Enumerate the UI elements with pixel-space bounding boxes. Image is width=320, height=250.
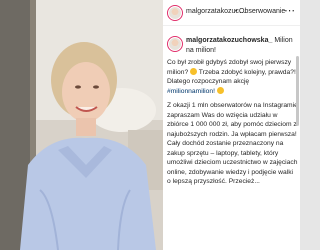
caption-line-3: Z okazji 1 mln obserwatorów na Instagram… [167, 102, 298, 185]
post-caption-area: malgorzatakozuchowska_ Milion na milion!… [163, 26, 300, 250]
caption-username[interactable]: malgorzatakozuchowska_ [186, 37, 272, 44]
post-header: malgorzatakozuc… • Obserwowanie ⋯ [163, 0, 300, 26]
caption-avatar[interactable] [167, 36, 183, 52]
flexed-biceps-emoji-icon [216, 86, 224, 94]
caption-scrollbar[interactable] [296, 56, 299, 126]
header-avatar[interactable] [167, 5, 183, 21]
post-photo[interactable] [0, 0, 163, 250]
header-separator: • [235, 8, 238, 15]
smile-emoji-icon [190, 67, 198, 75]
following-button[interactable]: Obserwowanie [239, 8, 285, 15]
caption-body: Co był zrobił gdybyś zdobył swoj pierwsz… [167, 58, 298, 192]
post-panel: malgorzatakozuc… • Obserwowanie ⋯ malgor… [163, 0, 300, 250]
caption-ellipsis: Przecież... [228, 178, 260, 185]
hashtag-link[interactable]: #milionnamilion! [167, 88, 215, 95]
more-options-icon[interactable]: ⋯ [284, 4, 295, 17]
caption-header: malgorzatakozuchowska_ Milion na milion! [186, 36, 298, 55]
